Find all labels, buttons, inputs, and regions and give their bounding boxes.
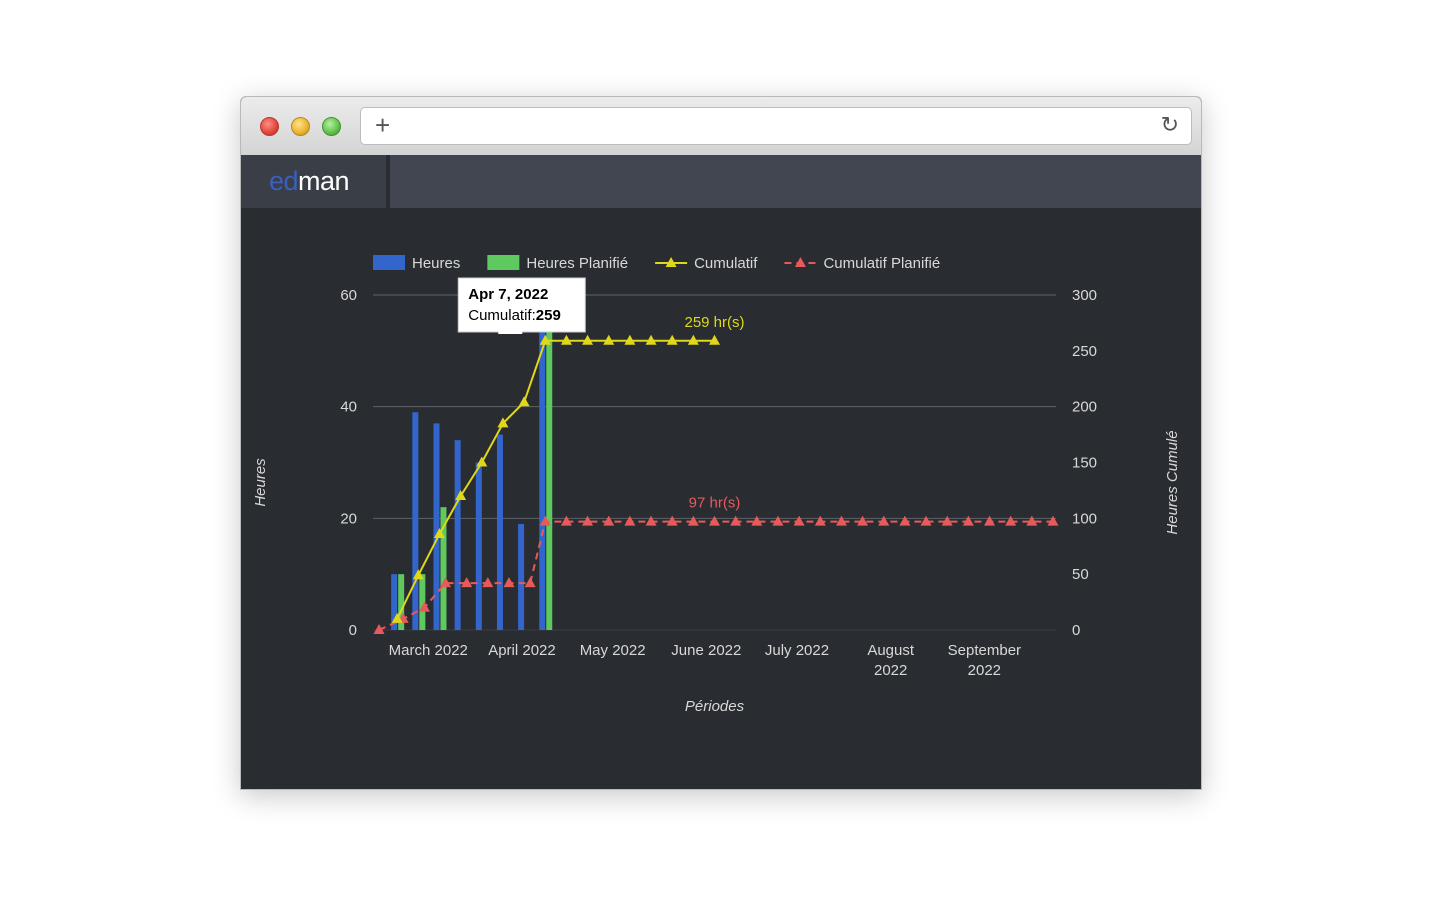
y-right-tick-label: 200 xyxy=(1072,399,1097,416)
marker-cumulatif xyxy=(666,334,678,345)
marker-cumulatif-planifie xyxy=(461,577,473,588)
y-right-tick-label: 100 xyxy=(1072,510,1097,527)
y-right-tick-label: 150 xyxy=(1072,455,1097,472)
tooltip-pointer-joint xyxy=(498,329,523,334)
marker-cumulatif-planifie xyxy=(624,515,636,526)
y-left-tick-label: 40 xyxy=(340,399,357,416)
marker-cumulatif-planifie xyxy=(482,577,494,588)
logo-text-part1: ed xyxy=(269,166,299,196)
marker-cumulatif xyxy=(518,396,530,407)
bar-heures xyxy=(496,434,503,630)
close-window-button[interactable] xyxy=(260,117,279,136)
annotation-label: 97 hr(s) xyxy=(689,495,741,512)
logo-text-part2: man xyxy=(298,166,350,196)
legend-swatch xyxy=(373,255,405,270)
bar-heures xyxy=(518,523,525,630)
bar-heures-planifie xyxy=(546,322,553,630)
app-logo: edman xyxy=(269,166,350,196)
x-tick-label: June 2022 xyxy=(671,642,741,659)
legend-swatch xyxy=(487,255,520,270)
bar-heures xyxy=(539,322,546,630)
logo-container[interactable]: edman xyxy=(241,155,390,208)
bar-heures xyxy=(412,412,419,630)
marker-cumulatif xyxy=(603,334,615,345)
y-right-axis-title: Heures Cumulé xyxy=(1164,430,1181,534)
bar-heures xyxy=(433,423,440,630)
marker-cumulatif xyxy=(582,334,594,345)
zoom-window-button[interactable] xyxy=(322,117,341,136)
x-tick-label: April 2022 xyxy=(488,642,556,659)
legend-label: Heures xyxy=(412,255,460,272)
y-right-tick-label: 250 xyxy=(1072,343,1097,360)
browser-titlebar: + ↻ xyxy=(241,97,1201,156)
hours-chart: 0 20 40 60 0 50 100 150 200 250 300 March 2022 April… xyxy=(252,255,1181,715)
legend-label: Cumulatif Planifié xyxy=(823,255,940,272)
y-left-axis-title: Heures xyxy=(252,458,269,507)
x-axis-title: Périodes xyxy=(685,698,745,715)
annotation-label: 259 hr(s) xyxy=(684,314,744,331)
marker-cumulatif xyxy=(645,334,657,345)
marker-cumulatif-planifie xyxy=(524,577,536,588)
marker-cumulatif xyxy=(476,456,488,467)
new-tab-icon[interactable]: + xyxy=(375,112,390,138)
x-tick-label: 2022 xyxy=(874,662,907,679)
x-tick-label: March 2022 xyxy=(389,642,468,659)
y-left-tick-label: 20 xyxy=(340,510,357,527)
x-tick-label: 2022 xyxy=(968,662,1001,679)
chart-panel: 0 20 40 60 0 50 100 150 200 250 300 March 2022 April… xyxy=(241,208,1201,789)
x-tick-label: September xyxy=(948,642,1021,659)
tooltip-label: Cumulatif: xyxy=(468,307,536,324)
x-tick-label: July 2022 xyxy=(765,642,829,659)
tooltip-value: 259 xyxy=(536,307,561,324)
reload-icon[interactable]: ↻ xyxy=(1161,114,1179,136)
y-left-tick-label: 0 xyxy=(349,622,357,639)
marker-cumulatif xyxy=(560,334,572,345)
x-tick-label: May 2022 xyxy=(580,642,646,659)
y-right-tick-label: 50 xyxy=(1072,566,1089,583)
legend-label: Cumulatif xyxy=(694,255,758,272)
bar-heures xyxy=(454,440,461,630)
x-tick-label: August xyxy=(867,642,915,659)
marker-cumulatif xyxy=(709,334,720,345)
app-header: edman xyxy=(241,155,1201,208)
marker-cumulatif-planifie xyxy=(503,577,515,588)
browser-window: + ↻ edman 0 20 40 60 0 50 100 150 200 250 300 March… xyxy=(240,96,1202,790)
y-right-tick-label: 300 xyxy=(1072,287,1097,304)
y-right-tick-label: 0 xyxy=(1072,622,1080,639)
bar-heures xyxy=(475,462,482,630)
marker-cumulatif xyxy=(624,334,636,345)
marker-cumulatif xyxy=(687,334,699,345)
y-left-tick-label: 60 xyxy=(340,287,357,304)
minimize-window-button[interactable] xyxy=(291,117,310,136)
legend-label: Heures Planifié xyxy=(526,255,628,272)
address-bar[interactable]: + ↻ xyxy=(360,107,1192,145)
tooltip-title: Apr 7, 2022 xyxy=(468,286,548,303)
